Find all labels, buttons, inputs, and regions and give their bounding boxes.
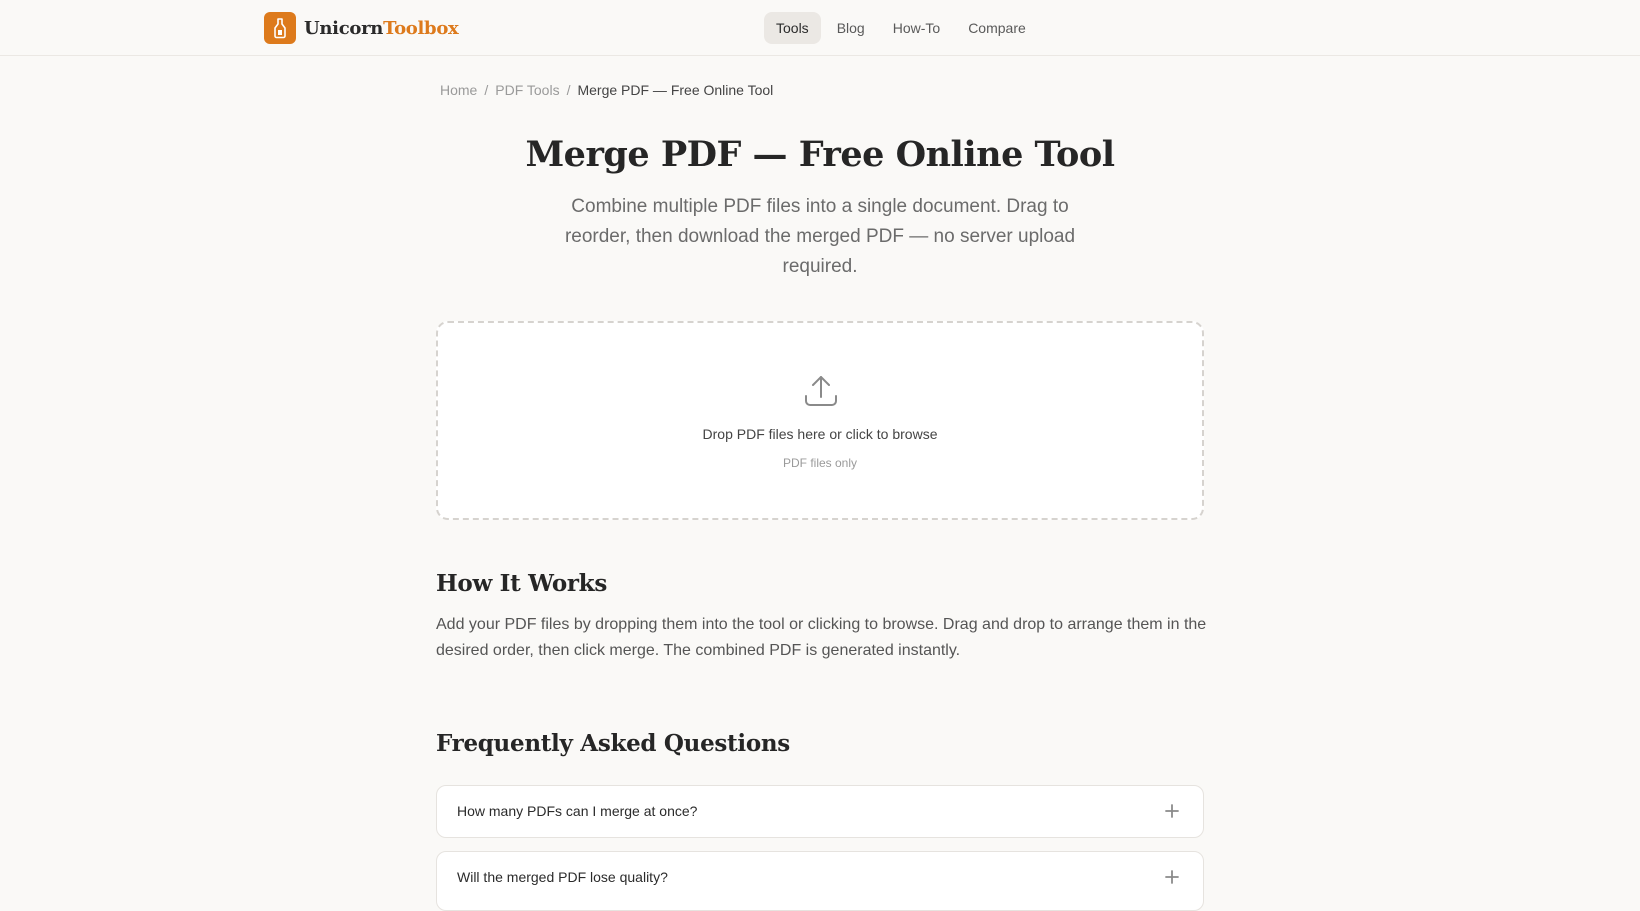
page-subtitle: Combine multiple PDF files into a single… [564,196,1076,277]
breadcrumb-pdf-tools-link[interactable]: PDF Tools [495,82,559,98]
faq-question: Will the merged PDF lose quality? [457,869,668,885]
breadcrumb-home-link[interactable]: Home [440,82,477,98]
faq-item[interactable]: How many PDFs can I merge at once? [436,785,1204,838]
how-it-works-text: Add your PDF files by dropping them into… [436,616,1207,659]
plus-icon[interactable] [1161,800,1183,822]
breadcrumb-current: Merge PDF — Free Online Tool [577,82,774,98]
breadcrumb-separator: / [566,82,571,98]
main-nav: Tools Blog How-To Compare [764,12,1042,44]
plus-icon[interactable] [1161,866,1183,888]
bottle-icon [264,12,296,44]
faq-title: Frequently Asked Questions [436,730,790,757]
brand-logo[interactable]: UnicornToolbox [264,12,459,44]
brand-name-part1: Unicorn [304,17,384,39]
top-navigation-bar: UnicornToolbox Tools Blog How-To Compare [0,0,1640,56]
nav-item-blog[interactable]: Blog [825,12,877,44]
breadcrumb: Home / PDF Tools / Merge PDF — Free Onli… [440,82,773,98]
dropzone-main-text: Drop PDF files here or click to browse [702,426,938,442]
breadcrumb-separator: / [484,82,489,98]
nav-item-how-to[interactable]: How-To [881,12,952,44]
how-it-works-title: How It Works [436,570,607,597]
upload-icon [803,373,839,409]
faq-question: How many PDFs can I merge at once? [457,803,698,819]
faq-item[interactable]: Will the merged PDF lose quality? [436,851,1204,911]
brand-name: UnicornToolbox [304,17,459,39]
page-title: Merge PDF — Free Online Tool [525,134,1115,175]
pdf-dropzone[interactable]: Drop PDF files here or click to browse P… [436,321,1204,520]
nav-item-tools[interactable]: Tools [764,12,821,44]
dropzone-sub-text: PDF files only [782,456,858,470]
nav-item-compare[interactable]: Compare [956,12,1038,44]
brand-name-part2: Toolbox [383,17,459,39]
